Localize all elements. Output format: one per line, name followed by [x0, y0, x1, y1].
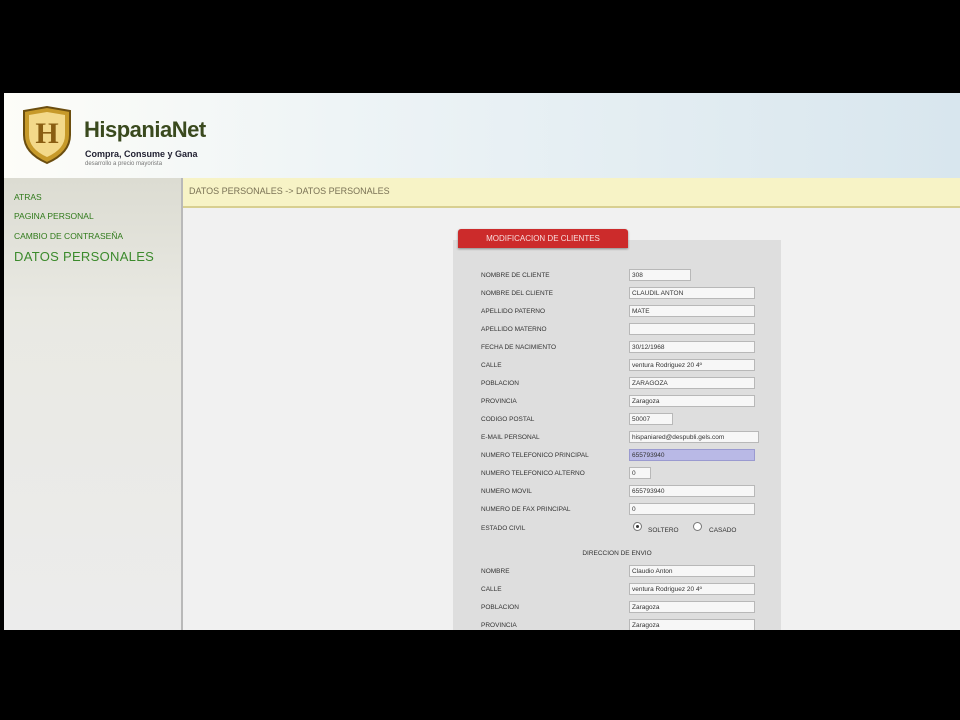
birthdate-input[interactable]: 30/12/1968 [629, 341, 755, 353]
form-tab-label: MODIFICACION DE CLIENTES [486, 234, 600, 243]
svg-text:H: H [35, 117, 58, 150]
customer-name-input[interactable]: CLAUDIL ANTON [629, 287, 755, 299]
field-label: FECHA DE NACIMIENTO [481, 344, 557, 351]
field-label: NOMBRE DE CLIENTE [481, 272, 550, 279]
section-title: DIRECCION DE ENVIO [582, 550, 652, 557]
postal-code-input[interactable]: 50007 [629, 413, 673, 425]
alt-phone-input[interactable]: 0 [629, 467, 651, 479]
logo-subtitle: desarrollo a precio mayorista [85, 161, 163, 167]
field-label: PROVINCIA [481, 622, 517, 629]
email-input[interactable]: hispaniared@despubli.gels.com [629, 431, 759, 443]
soltero-radio[interactable] [633, 522, 642, 531]
browser-viewport: H HispaniaNet Compra, Consume y Gana des… [4, 93, 960, 630]
sidebar: ATRAS PAGINA PERSONAL CAMBIO DE CONTRASE… [4, 178, 183, 630]
fax-input[interactable]: 0 [629, 503, 755, 515]
casado-label: CASADO [709, 527, 737, 534]
mobile-input[interactable]: 655793940 [629, 485, 755, 497]
street-input[interactable]: ventura Rodriguez 20 4º [629, 359, 755, 371]
shipping-street-input[interactable]: ventura Rodriguez 20 4º [629, 583, 755, 595]
logo-tagline: Compra, Consume y Gana [85, 149, 198, 159]
client-form: MODIFICACION DE CLIENTES NOMBRE DE CLIEN… [453, 229, 781, 630]
field-label: NUMERO MOVIL [481, 488, 532, 495]
breadcrumb: DATOS PERSONALES -> DATOS PERSONALES [183, 178, 960, 208]
field-label: NOMBRE DEL CLIENTE [481, 290, 553, 297]
shield-logo-icon: H [23, 105, 71, 165]
field-label: NUMERO TELEFONICO PRINCIPAL [481, 452, 589, 459]
town-input[interactable]: ZARAGOZA [629, 377, 755, 389]
breadcrumb-text: DATOS PERSONALES -> DATOS PERSONALES [189, 186, 390, 196]
province-input[interactable]: Zaragoza [629, 395, 755, 407]
sidebar-item-datos-personales[interactable]: DATOS PERSONALES [14, 249, 154, 264]
field-label: CODIGO POSTAL [481, 416, 535, 423]
sidebar-item-cambio-contrasena[interactable]: CAMBIO DE CONTRASEÑA [14, 231, 123, 241]
field-label: ESTADO CIVIL [481, 525, 526, 532]
field-label: APELLIDO MATERNO [481, 326, 547, 333]
soltero-label: SOLTERO [648, 527, 679, 534]
field-label: CALLE [481, 362, 502, 369]
field-label: POBLACION [481, 380, 519, 387]
field-label: NUMERO DE FAX PRINCIPAL [481, 506, 571, 513]
casado-radio[interactable] [693, 522, 702, 531]
maternal-surname-input[interactable] [629, 323, 755, 335]
field-label: E-MAIL PERSONAL [481, 434, 540, 441]
field-label: CALLE [481, 586, 502, 593]
logo-name: HispaniaNet [84, 117, 206, 142]
paternal-surname-input[interactable]: MATE [629, 305, 755, 317]
field-label: APELLIDO PATERNO [481, 308, 546, 315]
field-label: NUMERO TELEFONICO ALTERNO [481, 470, 585, 477]
sidebar-item-pagina-personal[interactable]: PAGINA PERSONAL [14, 211, 94, 221]
field-label: NOMBRE [481, 568, 510, 575]
sidebar-item-atras[interactable]: ATRAS [14, 192, 42, 202]
shipping-name-input[interactable]: Claudio Anton [629, 565, 755, 577]
main-content: MODIFICACION DE CLIENTES NOMBRE DE CLIEN… [183, 208, 960, 630]
site-header: H HispaniaNet Compra, Consume y Gana des… [4, 93, 960, 178]
customer-number-input[interactable]: 308 [629, 269, 691, 281]
form-tab: MODIFICACION DE CLIENTES [458, 229, 628, 248]
shipping-province-input[interactable]: Zaragoza [629, 619, 755, 630]
field-label: PROVINCIA [481, 398, 517, 405]
field-label: POBLACION [481, 604, 519, 611]
main-phone-input[interactable]: 655793940 [629, 449, 755, 461]
shipping-town-input[interactable]: Zaragoza [629, 601, 755, 613]
